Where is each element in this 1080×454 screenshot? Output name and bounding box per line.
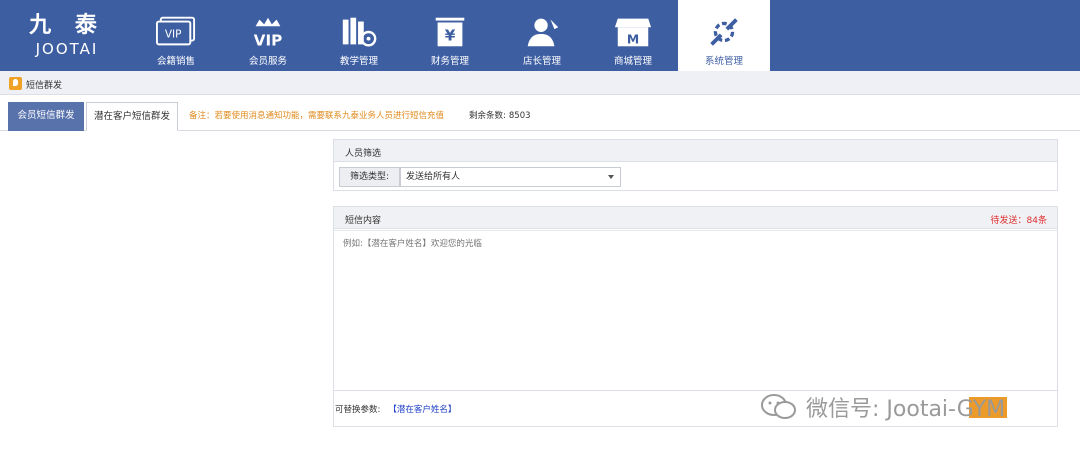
- svg-text:M: M: [627, 32, 639, 46]
- nav-item-membership-sales[interactable]: VIP 会籍销售: [130, 0, 222, 71]
- tab-member-sms[interactable]: 会员短信群发: [8, 102, 84, 131]
- nav-item-system[interactable]: 系统管理: [678, 0, 770, 71]
- nav-item-store[interactable]: M 商城管理: [587, 0, 679, 71]
- store-icon: M: [613, 14, 653, 50]
- top-nav-bar: 九 泰 JOOTAI VIP 会籍销售 VIP 会员服务 教学管理 ¥ 财务管理…: [0, 0, 1080, 71]
- replaceable-params: 可替换参数: 【潜在客户姓名】: [335, 403, 456, 415]
- params-label: 可替换参数:: [335, 405, 381, 415]
- tab-bar: 会员短信群发 潜在客户短信群发: [0, 95, 1080, 131]
- pending-count: 待发送：84条: [990, 216, 1047, 226]
- param-tag-prospect-name[interactable]: 【潜在客户姓名】: [388, 405, 456, 415]
- wrench-gear-icon: [704, 14, 744, 50]
- wechat-watermark: 微信号: Jootai-GYM: [760, 389, 1008, 425]
- sms-content-input[interactable]: [334, 230, 1057, 391]
- filter-type-label: 筛选类型:: [339, 167, 400, 187]
- nav-label: 会员服务: [248, 56, 287, 67]
- svg-text:¥: ¥: [445, 27, 456, 45]
- recharge-note: 备注：若要使用消息通知功能，需要联系九泰业务人员进行短信充值: [189, 111, 445, 121]
- logo-en: JOOTAI: [35, 40, 99, 58]
- nav-label: 系统管理: [704, 56, 743, 67]
- chevron-down-icon: [608, 175, 614, 179]
- sms-panel-header: 短信内容 待发送：84条: [334, 207, 1057, 229]
- location-pin-icon: [9, 77, 22, 90]
- logo: 九 泰 JOOTAI: [22, 14, 112, 64]
- breadcrumb-label: 短信群发: [26, 81, 63, 91]
- sms-panel-title: 短信内容: [345, 216, 382, 226]
- vip-crown-icon: VIP: [248, 14, 288, 50]
- nav-label: 教学管理: [339, 56, 378, 67]
- filter-panel-header: 人员筛选: [334, 140, 1057, 162]
- remaining-value: 8503: [508, 111, 531, 121]
- books-icon: [339, 14, 379, 50]
- nav-label: 会籍销售: [156, 56, 195, 67]
- nav-item-manager[interactable]: 店长管理: [496, 0, 588, 71]
- tab-prospect-sms[interactable]: 潜在客户短信群发: [86, 102, 178, 131]
- watermark-text: 微信号: Jootai-GYM: [806, 397, 1006, 422]
- vip-card-icon: VIP: [156, 14, 196, 50]
- filter-panel: 人员筛选 筛选类型: 发送给所有人: [333, 139, 1058, 191]
- filter-type-select[interactable]: 发送给所有人: [400, 167, 621, 187]
- svg-text:VIP: VIP: [165, 29, 182, 41]
- remaining-label: 剩余条数:: [469, 111, 506, 121]
- remaining-count: 剩余条数: 8503: [469, 109, 531, 121]
- nav-label: 店长管理: [522, 56, 561, 67]
- breadcrumb: 短信群发: [0, 71, 1080, 95]
- nav-item-teaching[interactable]: 教学管理: [313, 0, 405, 71]
- nav-label: 商城管理: [613, 56, 652, 67]
- logo-cn: 九 泰: [29, 13, 105, 38]
- nav-item-member-service[interactable]: VIP 会员服务: [222, 0, 314, 71]
- filter-type-value: 发送给所有人: [406, 172, 461, 182]
- svg-text:VIP: VIP: [254, 31, 283, 49]
- manager-icon: [522, 14, 562, 50]
- wechat-icon: [761, 394, 796, 419]
- finance-icon: ¥: [430, 14, 470, 50]
- filter-panel-title: 人员筛选: [345, 149, 382, 159]
- nav-item-finance[interactable]: ¥ 财务管理: [404, 0, 496, 71]
- nav-label: 财务管理: [430, 56, 469, 67]
